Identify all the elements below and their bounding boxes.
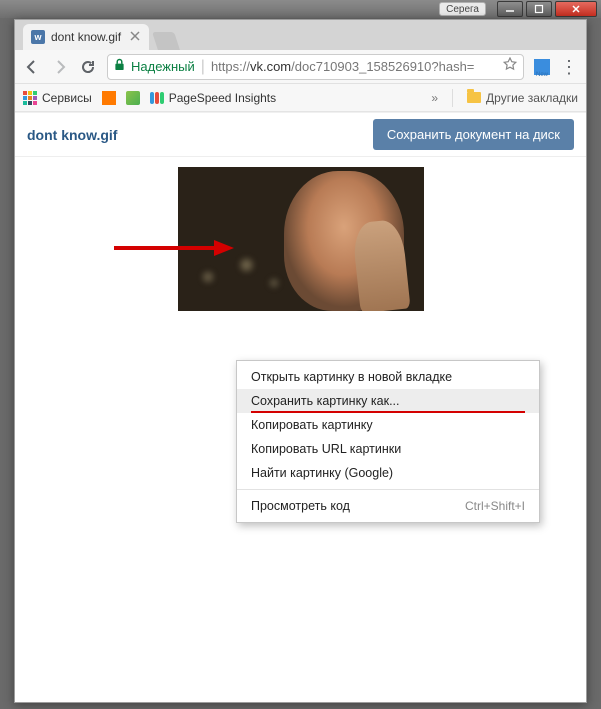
reload-button[interactable]: [79, 58, 97, 76]
browser-tab[interactable]: w dont know.gif: [23, 24, 149, 50]
other-bookmarks-folder[interactable]: Другие закладки: [467, 91, 578, 105]
bookmark-icon: [102, 91, 116, 105]
save-document-button[interactable]: Сохранить документ на диск: [373, 119, 574, 150]
bookmark-item[interactable]: [102, 91, 116, 105]
os-user-badge: Серега: [439, 2, 486, 16]
tab-close-icon[interactable]: [129, 30, 141, 42]
document-title: dont know.gif: [27, 127, 117, 143]
ctx-open-image-new-tab[interactable]: Открыть картинку в новой вкладке: [237, 365, 539, 389]
ctx-save-image-as[interactable]: Сохранить картинку как...: [237, 389, 539, 413]
browser-window: w dont know.gif Надежный | https://vk.co…: [14, 19, 587, 703]
bookmark-pagespeed[interactable]: PageSpeed Insights: [150, 91, 276, 105]
forward-button[interactable]: [51, 58, 69, 76]
os-titlebar: Серега: [0, 0, 601, 18]
image-container: [15, 157, 586, 311]
tab-title: dont know.gif: [51, 30, 121, 44]
document-header: dont know.gif Сохранить документ на диск: [15, 113, 586, 157]
extension-icon[interactable]: New: [534, 59, 550, 75]
ctx-search-image-google[interactable]: Найти картинку (Google): [237, 461, 539, 485]
lock-icon: [114, 58, 125, 76]
browser-toolbar: Надежный | https://vk.com/doc710903_1585…: [15, 50, 586, 84]
os-maximize-button[interactable]: [526, 1, 552, 17]
shortcut-label: Ctrl+Shift+I: [465, 499, 525, 513]
page-content: dont know.gif Сохранить документ на диск…: [15, 112, 586, 702]
context-menu: Открыть картинку в новой вкладке Сохрани…: [236, 360, 540, 523]
tab-strip: w dont know.gif: [15, 20, 586, 50]
new-tab-button[interactable]: [152, 32, 180, 50]
os-minimize-button[interactable]: [497, 1, 523, 17]
folder-icon: [467, 92, 481, 103]
bookmark-star-icon[interactable]: [503, 57, 517, 76]
secure-label: Надежный: [131, 59, 195, 74]
bookmark-item[interactable]: [126, 91, 140, 105]
ctx-copy-image[interactable]: Копировать картинку: [237, 413, 539, 437]
vk-favicon-icon: w: [31, 30, 45, 44]
context-menu-separator: [237, 489, 539, 490]
ctx-inspect[interactable]: Просмотреть код Ctrl+Shift+I: [237, 494, 539, 518]
os-close-button[interactable]: [555, 1, 597, 17]
back-button[interactable]: [23, 58, 41, 76]
bookmarks-bar: Сервисы PageSpeed Insights » Другие закл…: [15, 84, 586, 112]
ctx-copy-image-url[interactable]: Копировать URL картинки: [237, 437, 539, 461]
apps-shortcut[interactable]: Сервисы: [23, 91, 92, 105]
annotation-underline: [251, 411, 525, 413]
bookmarks-overflow-button[interactable]: »: [431, 91, 438, 105]
gif-image[interactable]: [178, 167, 424, 311]
pagespeed-icon: [150, 92, 164, 104]
url-text: https://vk.com/doc710903_158526910?hash=: [211, 59, 474, 74]
bookmark-icon: [126, 91, 140, 105]
apps-grid-icon: [23, 91, 37, 105]
address-bar[interactable]: Надежный | https://vk.com/doc710903_1585…: [107, 54, 524, 80]
